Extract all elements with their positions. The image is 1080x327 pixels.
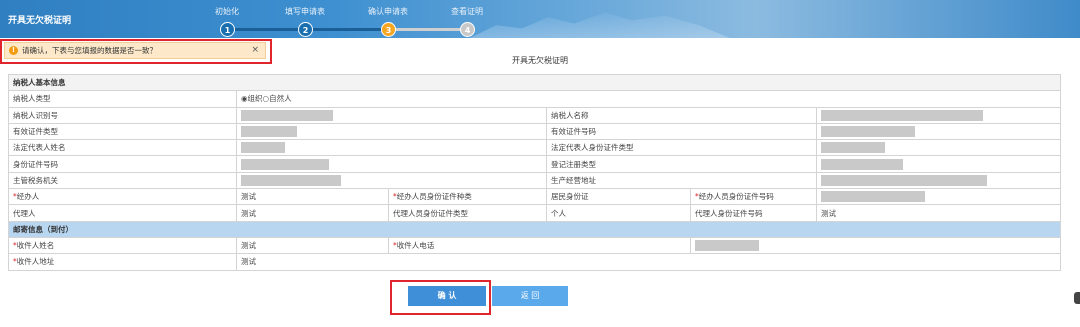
table-row: 纳税人类型 ◉组织○自然人 <box>8 90 1061 108</box>
table-row: 代理人 测试 代理人员身份证件类型 个人 代理人身份证件号码 测试 <box>8 204 1061 222</box>
handler-value: 测试 <box>236 188 389 206</box>
taxpayer-type-value: ◉组织○自然人 <box>236 90 1061 108</box>
agent-id-type-label: 代理人员身份证件类型 <box>388 204 547 222</box>
table-row: 邮寄信息（到付） <box>8 220 1061 238</box>
valid-id-type-value <box>236 122 547 141</box>
recipient-address-label: *收件人地址 <box>8 253 237 271</box>
handler-id-number-value <box>816 188 1061 206</box>
table-row: 纳税人基本信息 <box>8 73 1061 92</box>
agent-id-number-value: 测试 <box>816 204 1061 222</box>
valid-id-type-label: 有效证件类型 <box>8 122 237 141</box>
business-address-value <box>816 171 1061 190</box>
recipient-address-value: 测试 <box>236 253 1061 271</box>
recipient-name-label: *收件人姓名 <box>8 236 237 255</box>
legal-rep-name-value <box>236 139 547 157</box>
handler-label: *经办人 <box>8 188 237 206</box>
agent-label: 代理人 <box>8 204 237 222</box>
step-label-1: 初始化 <box>215 7 239 16</box>
tax-id-label: 纳税人识别号 <box>8 106 237 124</box>
table-row: 有效证件类型 有效证件号码 <box>8 122 1061 141</box>
taxpayer-name-value <box>816 106 1061 124</box>
valid-id-number-label: 有效证件号码 <box>546 122 817 141</box>
recipient-name-value: 测试 <box>236 236 389 255</box>
table-row: 法定代表人姓名 法定代表人身份证件类型 <box>8 139 1061 157</box>
legal-rep-id-type-value <box>816 139 1061 157</box>
tax-id-value <box>236 106 547 124</box>
step-label-3: 确认申请表 <box>368 7 408 16</box>
step-2-circle: 2 <box>298 22 313 37</box>
registration-type-value <box>816 155 1061 173</box>
agent-id-number-label: 代理人身份证件号码 <box>690 204 817 222</box>
app-title: 开具无欠税证明 <box>8 16 72 26</box>
step-1-circle: 1 <box>220 22 235 37</box>
handler-id-type-label: *经办人员身份证件种类 <box>388 188 547 206</box>
table-row: 主管税务机关 生产经营地址 <box>8 171 1061 190</box>
great-wall-banner-image <box>470 12 730 38</box>
handler-id-number-label: *经办人员身份证件号码 <box>690 188 817 206</box>
table-row: 身份证件号码 登记注册类型 <box>8 155 1061 173</box>
taxpayer-name-label: 纳税人名称 <box>546 106 817 124</box>
taxpayer-type-label: 纳税人类型 <box>8 90 237 108</box>
id-number-value <box>236 155 547 173</box>
confirm-highlight-frame <box>390 280 491 315</box>
section-header-basic: 纳税人基本信息 <box>8 73 1061 92</box>
back-button[interactable]: 返 回 <box>492 286 568 306</box>
table-row: 纳税人识别号 纳税人名称 <box>8 106 1061 124</box>
recipient-phone-value <box>690 236 1061 255</box>
registration-type-label: 登记注册类型 <box>546 155 817 173</box>
section-header-mail: 邮寄信息（到付） <box>8 220 1061 238</box>
table-row: *经办人 测试 *经办人员身份证件种类 居民身份证 *经办人员身份证件号码 <box>8 188 1061 206</box>
business-address-label: 生产经营地址 <box>546 171 817 190</box>
application-form-table: 纳税人基本信息 纳税人类型 ◉组织○自然人 纳税人识别号 纳税人名称 有效证件类… <box>8 73 1061 271</box>
recipient-phone-label: *收件人电话 <box>388 236 691 255</box>
step-label-4: 查看证明 <box>451 7 483 16</box>
step-label-2: 填写申请表 <box>285 7 325 16</box>
legal-rep-name-label: 法定代表人姓名 <box>8 139 237 157</box>
handler-id-type-value: 居民身份证 <box>546 188 691 206</box>
agent-value: 测试 <box>236 204 389 222</box>
table-row: *收件人姓名 测试 *收件人电话 <box>8 236 1061 255</box>
progress-line-pending <box>390 28 466 31</box>
form-title: 开具无欠税证明 <box>512 56 568 65</box>
table-row: *收件人地址 测试 <box>8 253 1061 271</box>
legal-rep-id-type-label: 法定代表人身份证件类型 <box>546 139 817 157</box>
header-bar: 开具无欠税证明 初始化 填写申请表 确认申请表 查看证明 1 2 3 4 <box>0 0 1080 38</box>
side-scroll-handle[interactable] <box>1074 292 1080 304</box>
step-3-circle: 3 <box>381 22 396 37</box>
step-4-circle: 4 <box>460 22 475 37</box>
id-number-label: 身份证件号码 <box>8 155 237 173</box>
tax-authority-value <box>236 171 547 190</box>
agent-id-type-value: 个人 <box>546 204 691 222</box>
valid-id-number-value <box>816 122 1061 141</box>
tax-authority-label: 主管税务机关 <box>8 171 237 190</box>
